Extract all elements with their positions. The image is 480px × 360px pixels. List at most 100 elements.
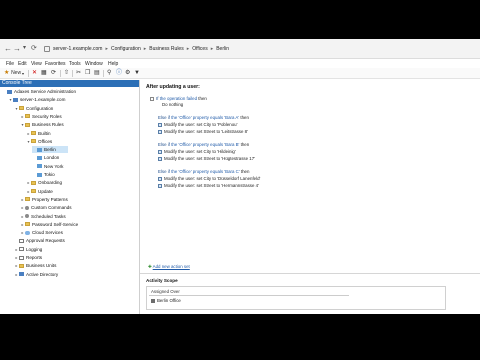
- do-nothing-action[interactable]: Do nothing: [162, 102, 183, 108]
- modify-user-icon: [158, 176, 162, 181]
- copy-icon[interactable]: ❐: [85, 70, 90, 77]
- menu-window[interactable]: Window: [85, 61, 103, 67]
- delete-icon[interactable]: ✕: [32, 70, 37, 77]
- tree-node-berlin[interactable]: Berlin: [32, 146, 68, 154]
- tree-node-logging[interactable]: ▸ Logging: [14, 246, 42, 253]
- up-folder-icon[interactable]: ⇧: [64, 70, 69, 77]
- tree-node-tokio[interactable]: Tokio: [32, 171, 55, 178]
- tree-node-security-roles[interactable]: ▸ Security Roles: [20, 113, 61, 120]
- rule-editor: After updating a user: If the operation …: [140, 80, 480, 314]
- action-line[interactable]: Modify the user: set City to 'Hildeinig': [158, 149, 236, 155]
- add-action-set-link[interactable]: ✚ Add new action set: [148, 264, 190, 270]
- tree-node-server-1-example-com[interactable]: ▾ server-1.example.com: [8, 96, 65, 103]
- action-line[interactable]: Modify the user: set Street to 'Leitstra…: [158, 129, 248, 135]
- activity-scope-list[interactable]: Assigned Over Berlin Office: [146, 286, 446, 310]
- refresh-icon[interactable]: ⟳: [51, 70, 56, 77]
- breadcrumb-item[interactable]: server-1.example.com: [53, 46, 102, 52]
- then-keyword: then: [240, 142, 250, 147]
- else-if-keyword: Else if: [158, 115, 170, 120]
- checkbox-icon[interactable]: [150, 96, 154, 101]
- breadcrumb-item[interactable]: Offices: [192, 46, 207, 52]
- find-icon[interactable]: ⚲: [107, 70, 111, 77]
- info-icon[interactable]: ⓘ: [116, 70, 122, 77]
- action-text[interactable]: Modify the user: set Street to 'Hügtestr…: [164, 156, 255, 161]
- tree-node-approval-requests[interactable]: Approval Requests: [14, 237, 65, 244]
- activity-scope-title: Activity Scope: [146, 278, 178, 283]
- tree-node-business-rules[interactable]: ▾ Business Rules: [20, 121, 64, 128]
- folder-icon: [25, 197, 30, 202]
- tree-node-label: Configuration: [26, 105, 54, 111]
- menu-favorites[interactable]: Favorites: [45, 61, 66, 67]
- refresh-icon[interactable]: ⟳: [31, 44, 37, 53]
- folder-icon: [31, 131, 36, 135]
- forward-arrow-icon[interactable]: →: [13, 44, 21, 53]
- tree-node-builtin[interactable]: ▸ Builtin: [26, 130, 51, 137]
- tree-node-configuration[interactable]: ▾ Configuration: [14, 105, 53, 112]
- tree-node-label: Logging: [26, 246, 43, 252]
- tree-node-cloud-services[interactable]: ▸ Cloud Services: [20, 229, 63, 236]
- action-text[interactable]: Modify the user: set City to 'Düsseldorf…: [164, 176, 260, 181]
- menu-edit[interactable]: Edit: [18, 61, 27, 67]
- action-line[interactable]: Modify the user: set Street to 'Hermanns…: [158, 183, 259, 189]
- action-line[interactable]: Modify the user: set Street to 'Hügtestr…: [158, 156, 255, 162]
- else-if-condition[interactable]: the 'Office' property equals 'Bara A': [171, 115, 239, 120]
- menu-bar: File Edit View Favorites Tools Window He…: [0, 59, 480, 68]
- tree-node-business-units[interactable]: ▸ Business Units: [14, 262, 56, 269]
- modify-user-icon: [158, 149, 162, 154]
- cut-icon[interactable]: ✂: [76, 70, 81, 77]
- properties-icon[interactable]: ▦: [41, 70, 47, 77]
- if-condition[interactable]: the operation failed: [160, 96, 197, 101]
- paste-icon[interactable]: ▤: [94, 70, 100, 77]
- tree-node-label: Builtin: [38, 130, 51, 136]
- tree-node-new-york[interactable]: New York: [32, 163, 63, 170]
- settings-icon[interactable]: ⚙: [125, 70, 130, 77]
- tree-node-onboarding[interactable]: ▸ Onboarding: [26, 179, 62, 186]
- action-text[interactable]: Modify the user: set Street to 'Leitstra…: [164, 129, 248, 134]
- menu-view[interactable]: View: [31, 61, 42, 67]
- else-if-condition[interactable]: the 'Office' property equals 'Bara B': [171, 142, 239, 147]
- cloud-icon: [25, 230, 30, 235]
- action-text[interactable]: Modify the user: set Street to 'Hermanns…: [164, 183, 259, 188]
- else-if-condition[interactable]: the 'Office' property equals 'Bara C': [171, 169, 239, 174]
- action-line[interactable]: Modify the user: set City to 'Poblenou': [158, 122, 237, 128]
- assigned-over-header[interactable]: Assigned Over: [151, 289, 180, 294]
- filter-icon[interactable]: ▼: [134, 70, 140, 77]
- tree-node-label: Password Self-Service: [32, 221, 79, 227]
- menu-help[interactable]: Help: [108, 61, 118, 67]
- breadcrumb-item[interactable]: Configuration: [111, 46, 141, 52]
- tree-node-label: Business Rules: [32, 122, 64, 128]
- tree-node-reports[interactable]: ▸ Reports: [14, 254, 42, 261]
- breadcrumb-item[interactable]: Berlin: [216, 46, 229, 52]
- dropdown-arrow-icon[interactable]: ▾: [23, 44, 26, 53]
- tree-node-scheduled-tasks[interactable]: ▸ Scheduled Tasks: [20, 213, 65, 220]
- else-if-line[interactable]: Else if the 'Office' property equals 'Ba…: [158, 169, 249, 175]
- tree-node-label: Cloud Services: [32, 230, 63, 236]
- back-arrow-icon[interactable]: ←: [4, 44, 12, 53]
- action-text[interactable]: Modify the user: set City to 'Hildeinig': [164, 149, 236, 154]
- tree-node-adaxes-service-administration[interactable]: Adaxes Service Administration: [2, 88, 76, 95]
- action-text[interactable]: Modify the user: set City to 'Poblenou': [164, 122, 237, 127]
- gear-icon: [25, 205, 29, 210]
- tree-node-update[interactable]: ▸ Update: [26, 188, 52, 195]
- action-line[interactable]: Modify the user: set City to 'Düsseldorf…: [158, 176, 260, 182]
- tree-node-offices[interactable]: ▾ Offices: [26, 138, 52, 145]
- menu-file[interactable]: File: [6, 61, 14, 67]
- folder-icon: [19, 263, 24, 268]
- tree-node-password-self-service[interactable]: ▸ Password Self-Service: [20, 221, 78, 228]
- dropdown-arrow-icon[interactable]: ▾: [22, 70, 24, 77]
- office-icon: [151, 298, 155, 303]
- tree-node-active-directory[interactable]: ▸ Active Directory: [14, 271, 58, 278]
- else-if-line[interactable]: Else if the 'Office' property equals 'Ba…: [158, 115, 249, 121]
- else-if-line[interactable]: Else if the 'Office' property equals 'Ba…: [158, 142, 249, 148]
- console-window: ← → ▾ ⟳ server-1.example.com ▸ Configura…: [0, 39, 480, 314]
- breadcrumb[interactable]: server-1.example.com ▸ Configuration ▸ B…: [44, 43, 229, 55]
- breadcrumb-separator: ▸: [210, 46, 214, 52]
- tree-node-property-patterns[interactable]: ▸ Property Patterns: [20, 196, 67, 203]
- tree-node-london[interactable]: London: [32, 154, 59, 161]
- scope-item[interactable]: Berlin Office: [151, 298, 181, 303]
- toolbar-separator: [103, 70, 104, 77]
- new-button[interactable]: ★ New: [4, 70, 21, 77]
- tree-node-custom-commands[interactable]: ▸ Custom Commands: [20, 204, 71, 211]
- breadcrumb-item[interactable]: Business Rules: [149, 46, 183, 52]
- menu-tools[interactable]: Tools: [69, 61, 81, 67]
